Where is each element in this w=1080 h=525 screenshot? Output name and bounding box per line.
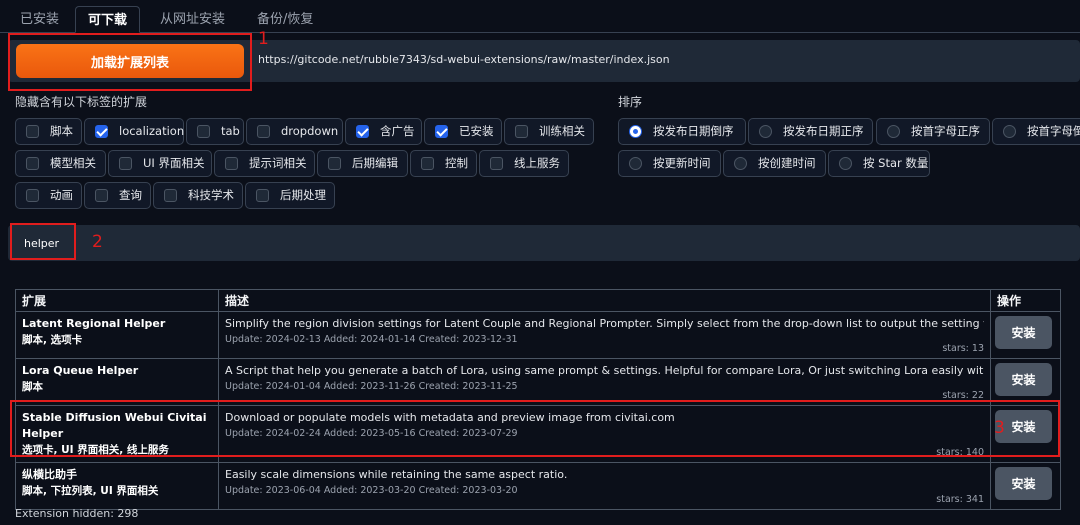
filter-dropdown[interactable]: dropdown bbox=[246, 118, 343, 145]
filter-post-processing[interactable]: 后期处理 bbox=[245, 182, 335, 209]
tab-install-from-url[interactable]: 从网址安装 bbox=[148, 6, 237, 33]
checkbox-icon bbox=[197, 125, 210, 138]
checkbox-icon bbox=[356, 125, 369, 138]
table-header-row: 扩展 描述 操作 bbox=[15, 289, 1061, 312]
sort-alpha-asc[interactable]: 按首字母正序 bbox=[876, 118, 990, 145]
checkbox-icon bbox=[328, 157, 341, 170]
sort-created[interactable]: 按创建时间 bbox=[723, 150, 826, 177]
annotation-box-1 bbox=[8, 33, 252, 91]
radio-icon bbox=[629, 157, 642, 170]
filter-post-editing[interactable]: 后期编辑 bbox=[317, 150, 408, 177]
sort-release-asc[interactable]: 按发布日期正序 bbox=[748, 118, 873, 145]
filter-localization[interactable]: localization bbox=[84, 118, 184, 145]
extension-stars: stars: 13 bbox=[942, 343, 984, 354]
sort-updated[interactable]: 按更新时间 bbox=[618, 150, 721, 177]
table-row: Latent Regional Helper 脚本, 选项卡 Simplify … bbox=[15, 311, 1061, 359]
filter-prompts[interactable]: 提示词相关 bbox=[214, 150, 315, 177]
annotation-number-1: 1 bbox=[258, 29, 269, 49]
annotation-box-3 bbox=[10, 400, 1060, 457]
sort-alpha-desc[interactable]: 按首字母倒 bbox=[992, 118, 1080, 145]
filter-online-services[interactable]: 线上服务 bbox=[479, 150, 569, 177]
filter-control[interactable]: 控制 bbox=[410, 150, 477, 177]
filter-script[interactable]: 脚本 bbox=[15, 118, 82, 145]
checkbox-icon bbox=[119, 157, 132, 170]
hide-tags-label: 隐藏含有以下标签的扩展 bbox=[15, 95, 148, 109]
extension-description: Simplify the region division settings fo… bbox=[225, 317, 984, 330]
extension-name[interactable]: Lora Queue Helper bbox=[22, 363, 212, 379]
checkbox-icon bbox=[225, 157, 238, 170]
checkbox-icon bbox=[435, 125, 448, 138]
filter-ui[interactable]: UI 界面相关 bbox=[108, 150, 212, 177]
install-button[interactable]: 安装 bbox=[995, 363, 1052, 396]
sort-release-desc[interactable]: 按发布日期倒序 bbox=[618, 118, 746, 145]
checkbox-icon bbox=[490, 157, 503, 170]
annotation-number-2: 2 bbox=[92, 232, 103, 252]
radio-icon bbox=[887, 125, 900, 138]
radio-icon bbox=[734, 157, 747, 170]
filter-training[interactable]: 训练相关 bbox=[504, 118, 594, 145]
header-extension: 扩展 bbox=[15, 289, 219, 312]
annotation-box-2 bbox=[10, 223, 76, 260]
extension-name[interactable]: 纵横比助手 bbox=[22, 467, 212, 483]
extension-dates: Update: 2023-06-04 Added: 2023-03-20 Cre… bbox=[225, 485, 518, 496]
extension-description: Easily scale dimensions while retaining … bbox=[225, 468, 568, 481]
install-button[interactable]: 安装 bbox=[995, 467, 1052, 500]
extension-tags: 脚本, 选项卡 bbox=[22, 334, 83, 346]
filter-query[interactable]: 查询 bbox=[84, 182, 151, 209]
checkbox-icon bbox=[164, 189, 177, 202]
filter-ads[interactable]: 含广告 bbox=[345, 118, 422, 145]
checkbox-icon bbox=[95, 189, 108, 202]
extension-name[interactable]: Latent Regional Helper bbox=[22, 316, 212, 332]
search-bar bbox=[8, 225, 1080, 261]
checkbox-icon bbox=[257, 125, 270, 138]
checkbox-icon bbox=[515, 125, 528, 138]
install-button[interactable]: 安装 bbox=[995, 316, 1052, 349]
annotation-number-3: 3 bbox=[994, 418, 1005, 438]
radio-icon bbox=[1003, 125, 1016, 138]
header-description: 描述 bbox=[218, 289, 991, 312]
extension-stars: stars: 341 bbox=[936, 494, 984, 505]
index-url[interactable]: https://gitcode.net/rubble7343/sd-webui-… bbox=[258, 53, 670, 66]
checkbox-icon bbox=[26, 157, 39, 170]
tab-bar: 已安装 可下载 从网址安装 备份/恢复 bbox=[0, 0, 1080, 33]
sort-stars[interactable]: 按 Star 数量 bbox=[828, 150, 930, 177]
extension-tags: 脚本 bbox=[22, 381, 43, 393]
extension-description: A Script that help you generate a batch … bbox=[225, 364, 984, 377]
filter-models[interactable]: 模型相关 bbox=[15, 150, 106, 177]
hidden-count: Extension hidden: 298 bbox=[15, 507, 139, 520]
checkbox-icon bbox=[95, 125, 108, 138]
filter-science[interactable]: 科技学术 bbox=[153, 182, 243, 209]
checkbox-icon bbox=[421, 157, 434, 170]
sort-label: 排序 bbox=[618, 95, 643, 109]
table-row: 纵横比助手 脚本, 下拉列表, UI 界面相关 Easily scale dim… bbox=[15, 462, 1061, 510]
filter-animation[interactable]: 动画 bbox=[15, 182, 82, 209]
radio-icon bbox=[759, 125, 772, 138]
filter-installed[interactable]: 已安装 bbox=[424, 118, 502, 145]
checkbox-icon bbox=[26, 189, 39, 202]
checkbox-icon bbox=[256, 189, 269, 202]
radio-icon bbox=[839, 157, 852, 170]
header-action: 操作 bbox=[990, 289, 1061, 312]
extension-dates: Update: 2024-02-13 Added: 2024-01-14 Cre… bbox=[225, 334, 518, 345]
radio-icon bbox=[629, 125, 642, 138]
table-row: Lora Queue Helper 脚本 A Script that help … bbox=[15, 358, 1061, 406]
checkbox-icon bbox=[26, 125, 39, 138]
tab-available[interactable]: 可下载 bbox=[75, 6, 141, 33]
filter-tab[interactable]: tab bbox=[186, 118, 244, 145]
extension-tags: 脚本, 下拉列表, UI 界面相关 bbox=[22, 485, 159, 497]
extension-dates: Update: 2024-01-04 Added: 2023-11-26 Cre… bbox=[225, 381, 518, 392]
tab-installed[interactable]: 已安装 bbox=[8, 6, 71, 33]
